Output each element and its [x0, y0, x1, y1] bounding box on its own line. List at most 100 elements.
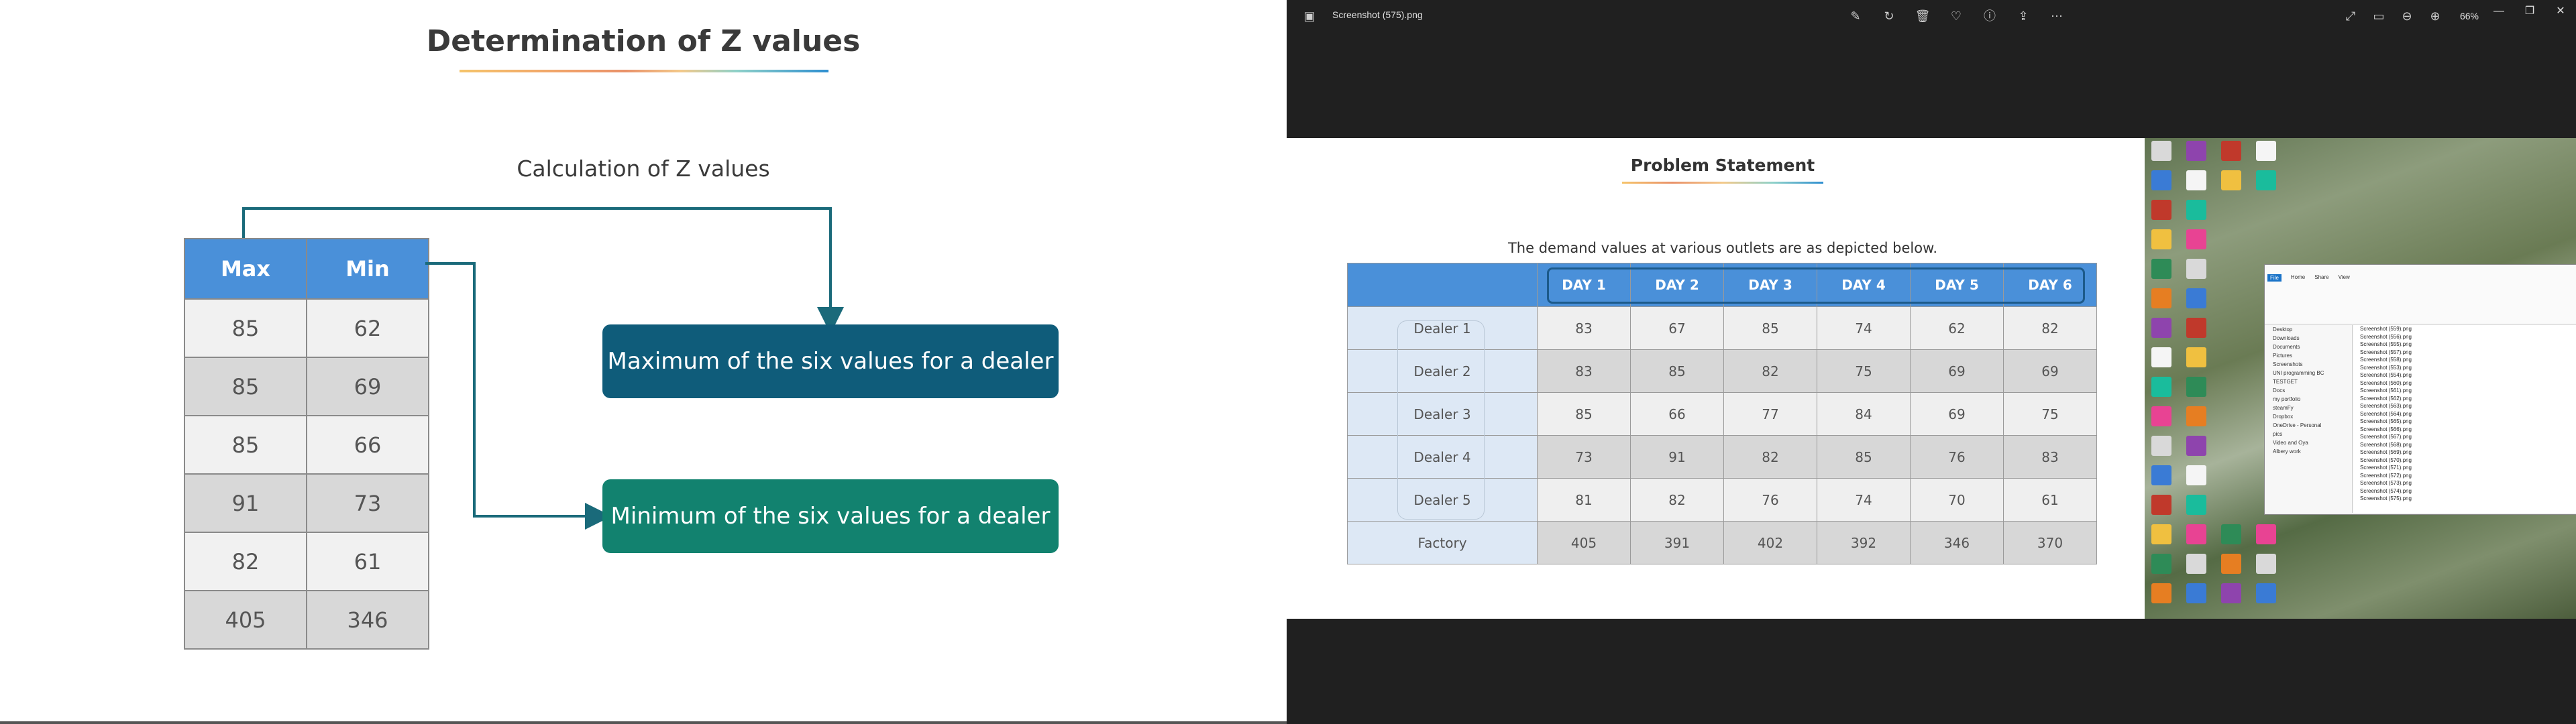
explorer-file-item: Screenshot (560).png — [2360, 379, 2412, 386]
left-slide: Determination of Z values Calculation of… — [0, 0, 1287, 724]
explorer-nav-item: Dropbox — [2273, 414, 2294, 420]
explorer-file-item: Screenshot (571).png — [2360, 465, 2412, 471]
desktop-shortcut-icon — [2151, 436, 2171, 456]
explorer-nav-item: Video and Oya — [2273, 440, 2308, 446]
dealer-labels-highlight — [1397, 320, 1485, 520]
desktop-shortcut-icon — [2186, 465, 2206, 485]
desktop-shortcut-icon — [2186, 524, 2206, 544]
desktop-shortcut-icon — [2151, 377, 2171, 397]
problem-description: The demand values at various outlets are… — [1507, 240, 1937, 256]
rotate-icon[interactable]: ↻ — [1878, 7, 1900, 25]
explorer-file-item: Screenshot (556).png — [2360, 333, 2412, 340]
explorer-nav-item: my portfolio — [2273, 396, 2301, 402]
demand-value-cell: 82 — [1630, 478, 1724, 522]
photos-viewer-window: ▣ Screenshot (575).png ✎ ↻ 🗑 ♡ ⓘ ⇪ ⋯ ⤢ ▭… — [1287, 0, 2576, 724]
desktop-shortcut-icon — [2256, 554, 2276, 574]
explorer-nav-item: TESTGET — [2273, 379, 2298, 385]
delete-icon[interactable]: 🗑 — [1912, 7, 1933, 25]
close-icon[interactable]: ✕ — [2545, 0, 2576, 23]
explorer-nav-item: Screenshots — [2273, 361, 2303, 367]
explorer-tab: File — [2267, 274, 2282, 282]
explorer-file-item: Screenshot (565).png — [2360, 418, 2412, 424]
explorer-file-item: Screenshot (558).png — [2360, 357, 2412, 363]
desktop-shortcut-icon — [2151, 288, 2171, 308]
zoom-out-icon[interactable]: ⊖ — [2396, 7, 2418, 25]
problem-title: Problem Statement — [1630, 156, 1815, 175]
share-icon[interactable]: ⇪ — [2012, 7, 2034, 25]
minimize-icon[interactable]: — — [2483, 0, 2514, 23]
explorer-tab: Share — [2314, 274, 2329, 280]
demand-value-cell: 75 — [2003, 392, 2097, 436]
desktop-shortcut-icon — [2221, 170, 2241, 190]
demand-value-cell: 76 — [1723, 478, 1817, 522]
explorer-ribbon: File Home Share View — [2265, 265, 2576, 324]
max-callout: Maximum of the six values for a dealer — [602, 324, 1059, 398]
desktop-shortcut-icon — [2186, 583, 2206, 603]
explorer-file-item: Screenshot (573).png — [2360, 480, 2412, 486]
demand-value-cell: 83 — [1537, 306, 1631, 350]
demand-value-cell: 69 — [1910, 392, 2004, 436]
maximize-icon[interactable]: ❐ — [2514, 0, 2545, 23]
title-bar: ▣ Screenshot (575).png ✎ ↻ 🗑 ♡ ⓘ ⇪ ⋯ ⤢ ▭… — [1287, 0, 2576, 32]
desktop-shortcut-icon — [2186, 406, 2206, 426]
explorer-nav-item: Desktop — [2273, 326, 2293, 333]
demand-value-cell: 84 — [1817, 392, 1911, 436]
desktop-shortcut-icon — [2151, 524, 2171, 544]
window-controls: — ❐ ✕ — [2483, 0, 2576, 23]
explorer-file-item: Screenshot (572).png — [2360, 472, 2412, 479]
desktop-shortcut-icon — [2221, 554, 2241, 574]
demand-value-cell: 85 — [1537, 392, 1631, 436]
explorer-file-item: Screenshot (559).png — [2360, 326, 2412, 332]
fullscreen-icon[interactable]: ⤢ — [2340, 7, 2361, 25]
explorer-nav-item: pics — [2273, 431, 2283, 437]
demand-value-cell: 85 — [1723, 306, 1817, 350]
explorer-file-item: Screenshot (570).png — [2360, 457, 2412, 463]
more-icon[interactable]: ⋯ — [2046, 7, 2068, 25]
demand-value-cell: 67 — [1630, 306, 1724, 350]
fit-icon[interactable]: ▭ — [2368, 7, 2390, 25]
desktop-shortcut-icon — [2256, 141, 2276, 161]
explorer-file-list: Screenshot (559).png Screenshot (556).png… — [2353, 325, 2576, 513]
desktop-shortcut-icon — [2151, 495, 2171, 515]
demand-value-cell: 346 — [1910, 521, 2004, 564]
demand-value-cell: 74 — [1817, 478, 1911, 522]
zoom-in-icon[interactable]: ⊕ — [2424, 7, 2446, 25]
explorer-nav-item: steamFy — [2273, 405, 2294, 411]
explorer-tab: View — [2338, 274, 2350, 280]
info-icon[interactable]: ⓘ — [1979, 7, 2000, 25]
desktop-shortcut-icon — [2186, 554, 2206, 574]
desktop-shortcut-icon — [2151, 465, 2171, 485]
demand-value-cell: 75 — [1817, 349, 1911, 393]
bottom-border — [0, 721, 1287, 724]
edit-icon[interactable]: ✎ — [1845, 7, 1866, 25]
toolbar: ✎ ↻ 🗑 ♡ ⓘ ⇪ ⋯ — [1845, 7, 2068, 25]
file-title: Screenshot (575).png — [1332, 9, 1423, 20]
desktop-shortcut-icon — [2151, 259, 2171, 279]
zoom-level[interactable]: 66% — [2453, 11, 2486, 21]
explorer-file-item: Screenshot (566).png — [2360, 426, 2412, 432]
corner-cell — [1347, 263, 1538, 307]
row-label: Factory — [1347, 521, 1538, 564]
demand-value-cell: 391 — [1630, 521, 1724, 564]
explorer-nav-item: OneDrive - Personal — [2273, 422, 2322, 428]
demand-value-cell: 82 — [1723, 435, 1817, 479]
min-arrow — [425, 262, 612, 530]
demand-value-cell: 85 — [1817, 435, 1911, 479]
explorer-file-item: Screenshot (554).png — [2360, 372, 2412, 378]
zoom-controls: ⤢ ▭ ⊖ ⊕ 66% — [2340, 7, 2486, 25]
demand-value-cell: 73 — [1537, 435, 1631, 479]
explorer-file-item: Screenshot (553).png — [2360, 364, 2412, 371]
desktop-shortcut-icon — [2186, 170, 2206, 190]
desktop-shortcut-icon — [2256, 583, 2276, 603]
min-callout: Minimum of the six values for a dealer — [602, 479, 1059, 553]
desktop-shortcut-icon — [2151, 141, 2171, 161]
explorer-file-item: Screenshot (564).png — [2360, 410, 2412, 417]
desktop-shortcut-icon — [2151, 170, 2171, 190]
explorer-tabs: File Home Share View — [2267, 274, 2350, 282]
demand-value-cell: 405 — [1537, 521, 1631, 564]
demand-value-cell: 81 — [1537, 478, 1631, 522]
demand-value-cell: 69 — [1910, 349, 2004, 393]
demand-value-cell: 83 — [1537, 349, 1631, 393]
favorite-icon[interactable]: ♡ — [1945, 7, 1967, 25]
desktop-shortcut-icon — [2186, 495, 2206, 515]
